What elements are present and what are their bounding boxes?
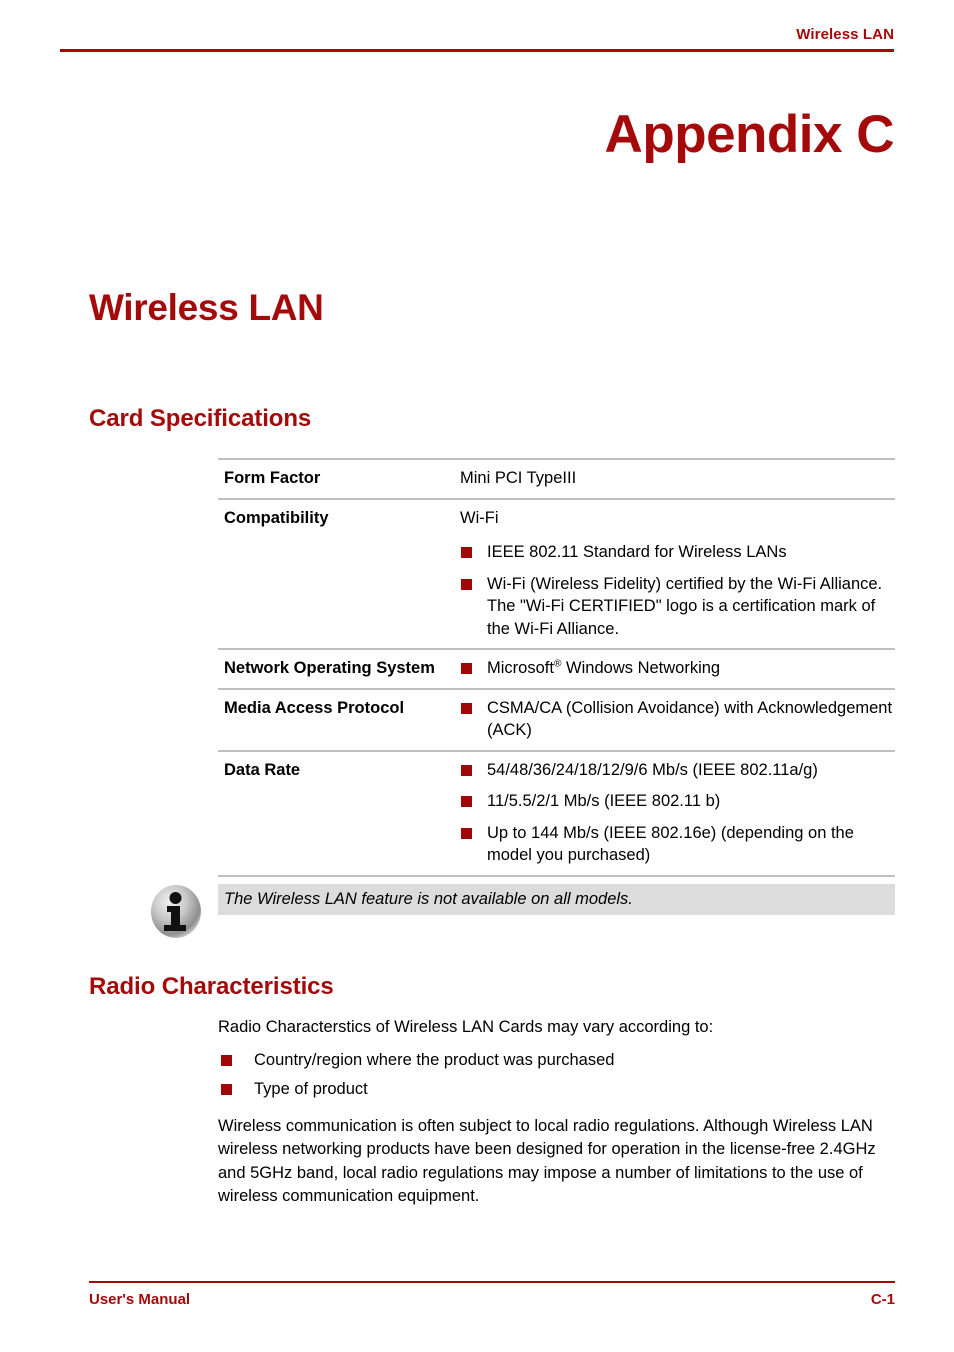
list-item: Country/region where the product was pur… [218, 1049, 898, 1072]
bullet-square-icon [221, 1084, 232, 1095]
list-item: Microsoft® Windows Networking [460, 657, 895, 680]
info-callout-text: The Wireless LAN feature is not availabl… [224, 890, 633, 908]
row-bullet-list: CSMA/CA (Collision Avoidance) with Ackno… [460, 697, 895, 742]
row-label: Media Access Protocol [224, 698, 405, 717]
list-item-label: 11/5.5/2/1 Mb/s (IEEE 802.11 b) [487, 792, 721, 810]
bullet-square-icon [461, 702, 472, 714]
radio-bullet-list: Country/region where the product was pur… [218, 1049, 898, 1101]
page-title: Wireless LAN [89, 287, 324, 328]
list-item-label: CSMA/CA (Collision Avoidance) with Ackno… [487, 698, 893, 740]
row-bullet-list: 54/48/36/24/18/12/9/6 Mb/s (IEEE 802.11a… [460, 759, 895, 867]
bullet-square-icon [461, 764, 472, 776]
header-title: Wireless LAN [796, 26, 894, 43]
row-value: CSMA/CA (Collision Avoidance) with Ackno… [460, 689, 895, 751]
list-item-label: Microsoft® Windows Networking [487, 658, 721, 677]
row-value: Microsoft® Windows Networking [460, 649, 895, 689]
row-bullet-list: IEEE 802.11 Standard for Wireless LANs W… [460, 541, 895, 640]
page-number: C-1 [870, 1291, 895, 1308]
appendix-title: Appendix C [604, 105, 895, 164]
row-bullet-list: Microsoft® Windows Networking [460, 657, 895, 680]
row-value-text: Wi-Fi [460, 508, 499, 527]
list-item-label: Type of product [254, 1080, 368, 1098]
table-row: Network Operating System Microsoft® Wind… [218, 649, 895, 689]
list-item: IEEE 802.11 Standard for Wireless LANs [460, 541, 895, 564]
radio-intro-text: Radio Characterstics of Wireless LAN Car… [218, 1018, 714, 1036]
row-label: Compatibility [224, 508, 329, 527]
table-row: Compatibility Wi-Fi IEEE 802.11 Standard… [218, 498, 895, 650]
row-label: Form Factor [224, 469, 321, 487]
list-item: Wi-Fi (Wireless Fidelity) certified by t… [460, 573, 895, 641]
list-item: CSMA/CA (Collision Avoidance) with Ackno… [460, 697, 895, 742]
registered-mark: ® [553, 658, 562, 670]
list-item: 54/48/36/24/18/12/9/6 Mb/s (IEEE 802.11a… [460, 759, 895, 782]
row-value: Wi-Fi IEEE 802.11 Standard for Wireless … [460, 499, 895, 650]
row-label: Data Rate [224, 760, 301, 779]
section-heading-radio-characteristics: Radio Characteristics [89, 973, 334, 1000]
list-item-label: Wi-Fi (Wireless Fidelity) certified by t… [487, 574, 883, 638]
table-row: Form Factor Mini PCI TypeIII [218, 459, 895, 499]
radio-characteristics-body: Radio Characterstics of Wireless LAN Car… [218, 1016, 898, 1209]
bullet-square-icon [221, 1054, 232, 1066]
radio-paragraph: Wireless communication is often subject … [218, 1116, 876, 1206]
page-header: Wireless LAN [60, 26, 894, 52]
list-item: 11/5.5/2/1 Mb/s (IEEE 802.11 b) [460, 790, 895, 813]
footer-rule [89, 1281, 895, 1283]
bullet-square-icon [461, 796, 472, 807]
list-item-label: Up to 144 Mb/s (IEEE 802.16e) (depending… [487, 823, 854, 865]
header-rule [60, 49, 894, 52]
footer-row: User's Manual C-1 [89, 1291, 895, 1309]
info-icon [149, 884, 203, 939]
bullet-square-icon [461, 827, 472, 839]
page-footer: User's Manual C-1 [89, 1281, 895, 1309]
row-value: 54/48/36/24/18/12/9/6 Mb/s (IEEE 802.11a… [460, 751, 895, 876]
table-row: Data Rate 54/48/36/24/18/12/9/6 Mb/s (IE… [218, 750, 895, 876]
row-value: Mini PCI TypeIII [460, 459, 895, 499]
bullet-square-icon [461, 547, 472, 558]
info-callout: The Wireless LAN feature is not availabl… [149, 884, 895, 939]
card-specifications-table: Form Factor Mini PCI TypeIII Compatibili… [218, 458, 895, 877]
list-item-label: IEEE 802.11 Standard for Wireless LANs [487, 543, 787, 561]
bullet-square-icon [461, 663, 472, 674]
section-heading-card-specifications: Card Specifications [89, 405, 312, 432]
list-item: Up to 144 Mb/s (IEEE 802.16e) (depending… [460, 822, 895, 867]
bullet-square-icon [461, 578, 472, 590]
list-item: Type of product [218, 1078, 898, 1101]
list-item-label: Country/region where the product was pur… [254, 1050, 615, 1069]
row-value-text: Mini PCI TypeIII [460, 469, 577, 487]
table-row: Media Access Protocol CSMA/CA (Collision… [218, 688, 895, 751]
info-callout-band: The Wireless LAN feature is not availabl… [218, 884, 895, 915]
footer-left-label: User's Manual [89, 1291, 191, 1308]
row-label: Network Operating System [224, 659, 435, 677]
list-item-label: 54/48/36/24/18/12/9/6 Mb/s (IEEE 802.11a… [487, 760, 818, 779]
